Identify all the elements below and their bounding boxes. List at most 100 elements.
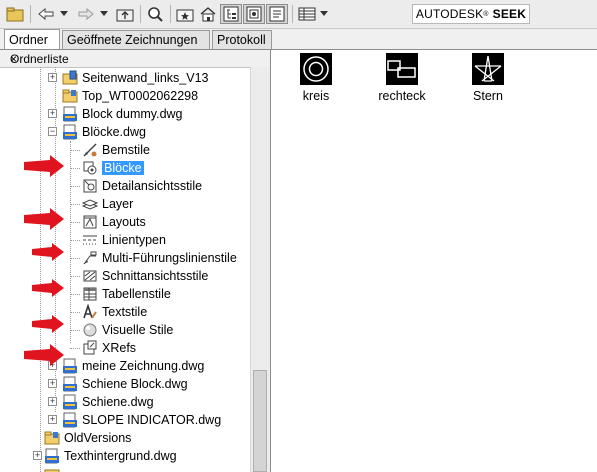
tree-item[interactable]: OldVersions <box>44 429 131 447</box>
tree-item[interactable]: Schiene.dwg <box>62 393 154 411</box>
tree-item[interactable]: Schnittansichtsstile <box>82 267 208 285</box>
block-item-rechteck[interactable]: rechteck <box>365 53 439 103</box>
folder-icon <box>62 89 78 103</box>
tree-scrollbar[interactable] <box>250 67 270 472</box>
tree-item[interactable]: SLOPE INDICATOR.dwg <box>62 411 221 429</box>
dwg-file-icon <box>63 106 77 122</box>
search-icon[interactable] <box>144 4 166 24</box>
tab-open-drawings[interactable]: Geöffnete Zeichnungen <box>62 30 210 49</box>
tree-item[interactable]: Tabellenstile <box>82 285 171 303</box>
brand-name: AUTODESK <box>415 7 484 21</box>
tree-item-label: Multi-Führungslinienstile <box>102 251 237 265</box>
tree-item-label: Layouts <box>102 215 146 229</box>
tree-item-label: Linientypen <box>102 233 166 247</box>
block-item-label: Stern <box>473 89 503 103</box>
favorites-icon[interactable] <box>174 4 196 24</box>
dimstyle-icon <box>83 143 97 157</box>
tree-item[interactable]: Schiene Block.dwg <box>62 375 188 393</box>
tree-item[interactable]: Blöcke.dwg <box>62 123 146 141</box>
description-icon[interactable] <box>266 4 288 24</box>
tree-item-label: Seitenwand_links_V13 <box>82 71 209 85</box>
preview-icon[interactable] <box>243 4 265 24</box>
folder-icon <box>44 431 60 445</box>
tree-item[interactable] <box>44 465 64 472</box>
blocks-icon <box>83 161 97 175</box>
expand-toggle[interactable]: + <box>48 73 57 82</box>
expand-toggle[interactable]: + <box>48 109 57 118</box>
xref-icon <box>83 340 97 355</box>
views-icon[interactable] <box>296 4 318 24</box>
star-block-icon <box>472 53 504 85</box>
sectionview-icon <box>83 270 97 282</box>
tree-item-label: meine Zeichnung.dwg <box>82 359 205 373</box>
folder-dwg-icon <box>62 70 78 85</box>
back-icon[interactable] <box>34 4 58 24</box>
block-item-label: kreis <box>302 89 330 103</box>
expand-toggle[interactable]: + <box>48 397 57 406</box>
tab-bar: Ordner Geöffnete Zeichnungen Protokoll <box>0 29 597 50</box>
collapse-toggle[interactable]: − <box>48 127 57 136</box>
dwg-file-icon <box>63 124 77 140</box>
tree-item[interactable]: Top_WT0002062298 <box>62 87 198 105</box>
tree-item-label: Layer <box>102 197 134 211</box>
expand-toggle[interactable]: + <box>48 415 57 424</box>
tree-item[interactable]: Multi-Führungslinienstile <box>82 249 237 267</box>
dwg-file-icon <box>63 394 77 410</box>
tree-item-label: Top_WT0002062298 <box>82 89 199 103</box>
close-icon[interactable]: × <box>10 52 264 66</box>
forward-dropdown-icon[interactable] <box>98 4 110 24</box>
red-arrow-icon <box>24 155 64 177</box>
red-arrow-icon <box>32 315 64 333</box>
red-arrow-icon <box>24 208 64 230</box>
rectangle-block-icon <box>386 53 418 85</box>
tree-item[interactable]: Texthintergrund.dwg <box>44 447 177 465</box>
block-item-label: rechteck <box>378 89 426 103</box>
tree-item-label: XRefs <box>102 341 137 355</box>
tree-item[interactable]: meine Zeichnung.dwg <box>62 357 204 375</box>
content-panel: kreis rechteck Stern <box>271 50 597 472</box>
tree-item[interactable]: Detailansichtsstile <box>82 177 202 195</box>
tree-item-label: Detailansichtsstile <box>102 179 203 193</box>
block-item-kreis[interactable]: kreis <box>279 53 353 103</box>
tree-item-label: Blöcke.dwg <box>82 125 146 139</box>
dwg-file-icon <box>63 376 77 392</box>
tree-item-label: Blöcke <box>102 161 144 175</box>
panel-header: Ordnerliste × <box>0 50 270 68</box>
tree-item-label: Texthintergrund.dwg <box>64 449 177 463</box>
red-arrow-icon <box>24 344 64 366</box>
tree-item[interactable]: Layer <box>82 195 133 213</box>
expand-toggle[interactable]: + <box>33 451 42 460</box>
circle-block-icon <box>300 53 332 85</box>
tree-item[interactable]: Seitenwand_links_V13 <box>62 69 208 87</box>
forward-icon[interactable] <box>74 4 98 24</box>
tree-item[interactable]: Visuelle Stile <box>82 321 173 339</box>
tree-item-label: Bemstile <box>102 143 150 157</box>
dwg-file-icon <box>45 448 59 464</box>
layout-icon <box>83 215 97 229</box>
scrollbar-thumb[interactable] <box>253 370 267 472</box>
tree-item-label: Schiene.dwg <box>82 395 154 409</box>
up-folder-icon[interactable] <box>114 4 136 24</box>
tree-item[interactable]: Linientypen <box>82 231 166 249</box>
tree-item[interactable]: Blöcke <box>82 159 144 177</box>
expand-toggle[interactable]: + <box>48 379 57 388</box>
tab-protokoll[interactable]: Protokoll <box>212 30 272 49</box>
back-dropdown-icon[interactable] <box>58 4 70 24</box>
tree-toggle-icon[interactable] <box>220 4 242 24</box>
tree-item[interactable]: Layouts <box>82 213 146 231</box>
visualstyle-icon <box>83 323 97 337</box>
tree-item-label: Textstile <box>102 305 148 319</box>
tree-item[interactable]: Block dummy.dwg <box>62 105 183 123</box>
tree-item-label: Tabellenstile <box>102 287 171 301</box>
folder-tree-icon[interactable] <box>4 4 26 24</box>
home-icon[interactable] <box>197 4 219 24</box>
tree-item[interactable]: Textstile <box>82 303 147 321</box>
tree-item[interactable]: Bemstile <box>82 141 150 159</box>
tree-item-label: Block dummy.dwg <box>82 107 183 121</box>
brand-logo: AUTODESK ® SEEK <box>412 4 530 24</box>
tab-ordner[interactable]: Ordner <box>4 29 60 49</box>
tree-item-label: Schnittansichtsstile <box>102 269 209 283</box>
tree-item[interactable]: XRefs <box>82 339 136 357</box>
views-dropdown-icon[interactable] <box>318 4 330 24</box>
block-item-stern[interactable]: Stern <box>451 53 525 103</box>
